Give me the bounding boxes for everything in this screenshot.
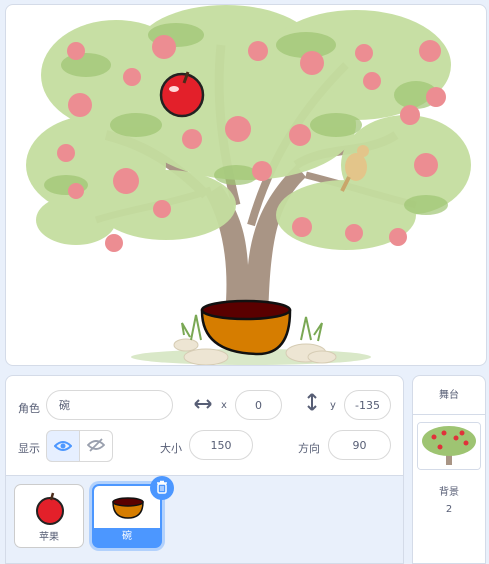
- sprite-name-bowl: 碗: [94, 528, 160, 546]
- sprite-info-panel: 角色 碗 x 0 y -135 显示 大小 150 方向 90: [5, 375, 404, 476]
- x-input[interactable]: 0: [235, 390, 282, 420]
- stage-canvas[interactable]: [5, 4, 487, 366]
- sprite-name-input[interactable]: 碗: [46, 390, 173, 420]
- backdrops-label: 背景: [439, 487, 459, 498]
- direction-value: 90: [352, 438, 367, 452]
- tree-thumbnail-icon: [418, 423, 480, 469]
- direction-input[interactable]: 90: [328, 430, 391, 460]
- size-label: 大小: [160, 442, 182, 455]
- sprite-list: 苹果 碗: [5, 475, 404, 564]
- bowl-sprite[interactable]: [200, 299, 292, 356]
- sprite-name-value: 碗: [59, 399, 70, 412]
- y-input[interactable]: -135: [344, 390, 391, 420]
- apple-thumbnail-icon: [34, 491, 66, 529]
- eye-icon: [53, 437, 73, 456]
- vertical-arrows-icon: [306, 392, 318, 416]
- stage-scene: [26, 5, 471, 365]
- backdrop-thumbnail[interactable]: [417, 422, 481, 470]
- show-visible-toggle[interactable]: [46, 430, 80, 462]
- x-value: 0: [255, 398, 262, 412]
- y-value: -135: [355, 398, 380, 412]
- bowl-thumbnail-icon: [111, 496, 145, 524]
- direction-label: 方向: [298, 442, 320, 455]
- trash-icon: [156, 479, 168, 498]
- sprite-name-apple: 苹果: [39, 532, 59, 543]
- sprite-tile-apple[interactable]: 苹果: [14, 484, 84, 548]
- x-label: x: [221, 400, 227, 411]
- stage-target-panel[interactable]: 舞台 背景 2: [412, 375, 486, 564]
- backdrops-count: 2: [445, 504, 453, 515]
- apple-sprite[interactable]: [159, 71, 205, 118]
- show-hidden-toggle[interactable]: [79, 430, 113, 462]
- horizontal-arrows-icon: [193, 396, 213, 415]
- delete-sprite-button[interactable]: [150, 476, 174, 500]
- size-value: 150: [210, 438, 232, 452]
- sprite-tile-bowl[interactable]: 碗: [92, 476, 174, 548]
- y-label: y: [330, 400, 336, 411]
- show-label: 显示: [18, 442, 40, 455]
- size-input[interactable]: 150: [189, 430, 253, 460]
- stage-panel-title: 舞台: [413, 376, 485, 415]
- sprite-label: 角色: [18, 402, 40, 415]
- eye-slash-icon: [86, 437, 106, 456]
